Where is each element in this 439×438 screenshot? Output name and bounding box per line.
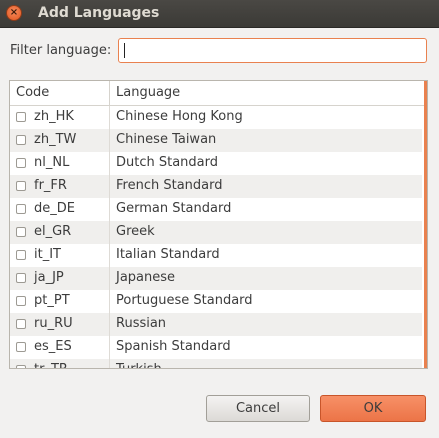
filter-language-input[interactable] xyxy=(118,38,427,63)
table-row[interactable]: ru_RU Russian xyxy=(10,313,422,336)
row-checkbox[interactable] xyxy=(16,319,26,329)
row-checkbox[interactable] xyxy=(16,158,26,168)
table-row[interactable]: es_ES Spanish Standard xyxy=(10,336,422,359)
ok-button[interactable]: OK xyxy=(320,395,426,422)
cell-divider xyxy=(109,129,110,152)
language-name: Italian Standard xyxy=(116,247,220,262)
language-name: Greek xyxy=(116,224,155,239)
language-name: Dutch Standard xyxy=(116,155,219,170)
text-caret xyxy=(124,43,125,58)
row-checkbox[interactable] xyxy=(16,204,26,214)
row-checkbox[interactable] xyxy=(16,112,26,122)
language-name: Spanish Standard xyxy=(116,339,231,354)
language-code: pt_PT xyxy=(34,293,70,308)
table-row[interactable]: el_GR Greek xyxy=(10,221,422,244)
table-row[interactable]: ja_JP Japanese xyxy=(10,267,422,290)
language-name: Russian xyxy=(116,316,167,331)
table-row[interactable]: nl_NL Dutch Standard xyxy=(10,152,422,175)
window-title: Add Languages xyxy=(38,5,160,21)
language-name: French Standard xyxy=(116,178,223,193)
cell-divider xyxy=(109,244,110,267)
cell-divider xyxy=(109,290,110,313)
table-row[interactable]: fr_FR French Standard xyxy=(10,175,422,198)
language-code: it_IT xyxy=(34,247,61,262)
title-bar: × Add Languages xyxy=(0,0,439,28)
row-checkbox[interactable] xyxy=(16,135,26,145)
language-name: Portuguese Standard xyxy=(116,293,253,308)
language-code: el_GR xyxy=(34,224,72,239)
language-name: German Standard xyxy=(116,201,232,216)
cell-divider xyxy=(109,198,110,221)
column-header-code[interactable]: Code xyxy=(16,85,49,100)
cell-divider xyxy=(109,313,110,336)
table-row[interactable]: pt_PT Portuguese Standard xyxy=(10,290,422,313)
row-checkbox[interactable] xyxy=(16,250,26,260)
cell-divider xyxy=(109,359,110,368)
language-code: fr_FR xyxy=(34,178,67,193)
language-code: tr_TR xyxy=(34,362,68,368)
row-checkbox[interactable] xyxy=(16,296,26,306)
row-checkbox[interactable] xyxy=(16,273,26,283)
language-code: de_DE xyxy=(34,201,75,216)
scrollbar[interactable] xyxy=(424,81,427,368)
language-code: es_ES xyxy=(34,339,72,354)
languages-table: Code Language zh_HK Chinese Hong Kong zh_T… xyxy=(9,80,428,369)
column-header-language[interactable]: Language xyxy=(116,85,180,100)
table-row[interactable]: it_IT Italian Standard xyxy=(10,244,422,267)
cell-divider xyxy=(109,267,110,290)
language-code: ru_RU xyxy=(34,316,73,331)
language-code: nl_NL xyxy=(34,155,70,170)
table-body: zh_HK Chinese Hong Kong zh_TW Chinese Taiwa… xyxy=(10,106,422,368)
column-separator[interactable] xyxy=(109,81,110,105)
cell-divider xyxy=(109,221,110,244)
close-icon[interactable]: × xyxy=(6,5,22,21)
language-name: Chinese Hong Kong xyxy=(116,109,243,124)
language-code: zh_TW xyxy=(34,132,77,147)
filter-label: Filter language: xyxy=(10,43,112,58)
row-checkbox[interactable] xyxy=(16,181,26,191)
cell-divider xyxy=(109,106,110,129)
row-checkbox[interactable] xyxy=(16,227,26,237)
language-name: Turkish xyxy=(116,362,162,368)
language-name: Chinese Taiwan xyxy=(116,132,217,147)
table-row[interactable]: tr_TR Turkish xyxy=(10,359,422,368)
cancel-button[interactable]: Cancel xyxy=(206,395,310,422)
table-header: Code Language xyxy=(10,81,427,106)
table-row[interactable]: zh_TW Chinese Taiwan xyxy=(10,129,422,152)
cell-divider xyxy=(109,152,110,175)
language-name: Japanese xyxy=(116,270,176,285)
row-checkbox[interactable] xyxy=(16,365,26,368)
cell-divider xyxy=(109,336,110,359)
language-code: ja_JP xyxy=(34,270,64,285)
table-row[interactable]: zh_HK Chinese Hong Kong xyxy=(10,106,422,129)
language-code: zh_HK xyxy=(34,109,74,124)
row-checkbox[interactable] xyxy=(16,342,26,352)
table-row[interactable]: de_DE German Standard xyxy=(10,198,422,221)
cell-divider xyxy=(109,175,110,198)
